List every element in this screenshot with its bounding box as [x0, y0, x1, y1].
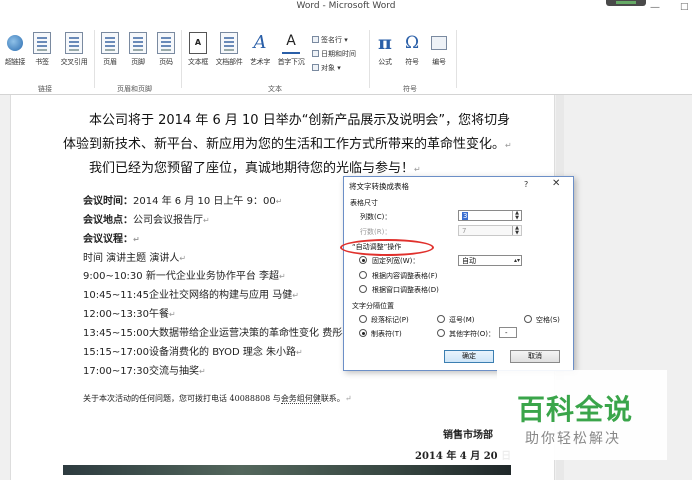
rows-value: 7	[462, 227, 467, 235]
spinner-arrows-icon[interactable]: ▴▾	[514, 256, 520, 266]
object-button[interactable]: 对象 ▾	[312, 63, 341, 73]
calendar-icon	[312, 50, 319, 57]
invitation-line-3: 我们已经为您预留了座位，真诚地期待您的光临与参与！↵	[89, 161, 421, 176]
close-button[interactable]: ✕	[552, 178, 560, 189]
autofit-content-radio[interactable]	[359, 271, 367, 279]
separator-tab-label: 制表符(T)	[371, 330, 402, 338]
separator-tab-radio[interactable]	[359, 329, 367, 337]
separator-space-label: 空格(S)	[536, 316, 560, 324]
watermark-title: 百科全说	[517, 393, 634, 426]
fixed-width-radio[interactable]	[359, 256, 367, 264]
invitation-line-1: 本公司将于 2014 年 6 月 10 日举办“创新产品展示及说明会”，您将切身	[89, 113, 511, 128]
quick-parts-icon	[220, 32, 238, 54]
page-number-button[interactable]: 页码	[148, 32, 184, 67]
cross-reference-label: 交叉引用	[60, 58, 88, 66]
minimize-button[interactable]: —	[650, 2, 660, 13]
signature-icon	[312, 36, 319, 43]
separator-other-value: -	[505, 329, 508, 337]
spinner-arrows-icon: ▲ ▼	[512, 226, 521, 235]
separator-comma-label: 逗号(M)	[449, 316, 475, 324]
separator-other-radio[interactable]	[437, 329, 445, 337]
autofit-window-radio[interactable]	[359, 285, 367, 293]
agenda-header-row: 时间 演讲主题 演讲人↵	[83, 253, 187, 264]
number-icon	[431, 36, 447, 50]
window-title: Word - Microsoft Word	[296, 1, 396, 11]
meeting-place: 会议地点：公司会议报告厅↵	[83, 215, 210, 226]
separator-comma-radio[interactable]	[437, 315, 445, 323]
symbol-group-label: 符号	[403, 85, 417, 93]
watermark: 百科全说 助你轻松解决	[497, 370, 667, 460]
agenda-heading: 会议议程：↵	[83, 234, 140, 245]
cancel-button[interactable]: 取消	[510, 350, 560, 363]
spinner-arrows-icon[interactable]: ▲ ▼	[512, 211, 521, 220]
footer-banner-image	[63, 465, 511, 475]
footer-icon	[129, 32, 147, 54]
links-group-label: 链接	[38, 85, 52, 93]
omega-icon: Ω	[404, 33, 420, 53]
date-time-button[interactable]: 日期和时间	[312, 49, 356, 59]
help-button[interactable]: ?	[524, 180, 528, 189]
bookmark-button[interactable]: 书签	[24, 32, 60, 67]
numbering-button[interactable]: 编号	[421, 32, 457, 67]
fixed-width-value: 自动	[462, 257, 476, 265]
numbering-label: 编号	[432, 58, 446, 66]
table-size-section: 表格尺寸	[350, 199, 378, 207]
fixed-width-select[interactable]: 自动 ▴▾	[458, 255, 522, 266]
watermark-subtitle: 助你轻松解决	[525, 431, 621, 447]
pi-icon: π	[378, 32, 392, 54]
bookmark-icon	[33, 32, 51, 54]
separator-paragraph-label: 段落标记(P)	[371, 316, 409, 324]
autofit-content-label: 根据内容调整表格(F)	[372, 272, 438, 280]
separator-section: 文字分隔位置	[352, 302, 394, 310]
text-group-label: 文本	[268, 85, 282, 93]
signature-department: 销售市场部	[443, 430, 493, 441]
columns-value: 3	[462, 212, 469, 220]
signature-line-button[interactable]: 签名行 ▾	[312, 35, 348, 45]
highlight-ellipse-annotation	[340, 239, 434, 256]
agenda-row: 12:00~13:30午餐↵	[83, 309, 176, 320]
meeting-time: 会议时间：2014 年 6 月 10 日上午 9：00↵	[83, 196, 283, 207]
bookmark-label: 书签	[35, 58, 49, 66]
agenda-row: 9:00~10:30 新一代企业业务协作平台 李超↵	[83, 271, 286, 282]
agenda-row: 17:00~17:30交流与抽奖↵	[83, 366, 206, 377]
separator-other-input[interactable]: -	[499, 327, 517, 338]
separator-space-radio[interactable]	[524, 315, 532, 323]
ribbon-separator	[456, 30, 457, 88]
title-bar: Word - Microsoft Word — □	[0, 0, 692, 22]
fixed-width-label: 固定列宽(W)：	[372, 257, 420, 265]
agenda-row: 13:45~15:00大数据带给企业运营决策的革命性变化 费彤↵	[83, 328, 349, 339]
separator-paragraph-radio[interactable]	[359, 315, 367, 323]
maximize-button[interactable]: □	[680, 2, 689, 12]
invitation-line-2: 体验到新技术、新平台、新应用为您的生活和工作方式所带来的革命性变化。↵	[63, 137, 512, 152]
header-footer-group-label: 页眉和页脚	[117, 85, 152, 93]
dropcap-label: 首字下沉	[277, 58, 305, 66]
textbox-icon: A	[189, 32, 207, 54]
columns-spinner[interactable]: 3 ▲ ▼	[458, 210, 522, 221]
wordart-icon: A	[253, 32, 267, 53]
object-icon	[312, 64, 319, 71]
dropcap-icon: A	[282, 32, 300, 54]
ribbon: 超链接 书签 交叉引用 链接 页眉 页脚 页码 页眉和页脚 A 文本框 文档部件…	[0, 22, 692, 95]
contact-line: 关于本次活动的任何问题，您可拨打电话 40088808 与会务组何健联系。↵	[83, 394, 352, 404]
globe-link-icon	[7, 35, 23, 51]
ok-button[interactable]: 确定	[444, 350, 494, 363]
cross-reference-button[interactable]: 交叉引用	[56, 32, 92, 67]
page-number-label: 页码	[159, 58, 173, 66]
rows-label: 行数(R)：	[360, 228, 392, 236]
separator-other-label: 其他字符(O)：	[449, 330, 495, 338]
agenda-row: 10:45~11:45企业社交网络的构建与应用 马健↵	[83, 290, 299, 301]
agenda-row: 15:15~17:00设备消费化的 BYOD 理念 朱小路↵	[83, 347, 303, 358]
account-badge[interactable]	[606, 0, 646, 6]
header-icon	[101, 32, 119, 54]
autofit-window-label: 根据窗口调整表格(D)	[372, 286, 439, 294]
cross-reference-icon	[65, 32, 83, 54]
rows-spinner: 7 ▲ ▼	[458, 225, 522, 236]
convert-text-to-table-dialog: 将文字转换成表格 ? ✕ 表格尺寸 列数(C)： 3 ▲ ▼ 行数(R)： 7 ▲…	[343, 176, 574, 371]
dropcap-button[interactable]: A 首字下沉	[273, 32, 309, 67]
columns-label: 列数(C)：	[360, 213, 392, 221]
page-number-icon	[157, 32, 175, 54]
dialog-title: 将文字转换成表格	[349, 182, 409, 191]
